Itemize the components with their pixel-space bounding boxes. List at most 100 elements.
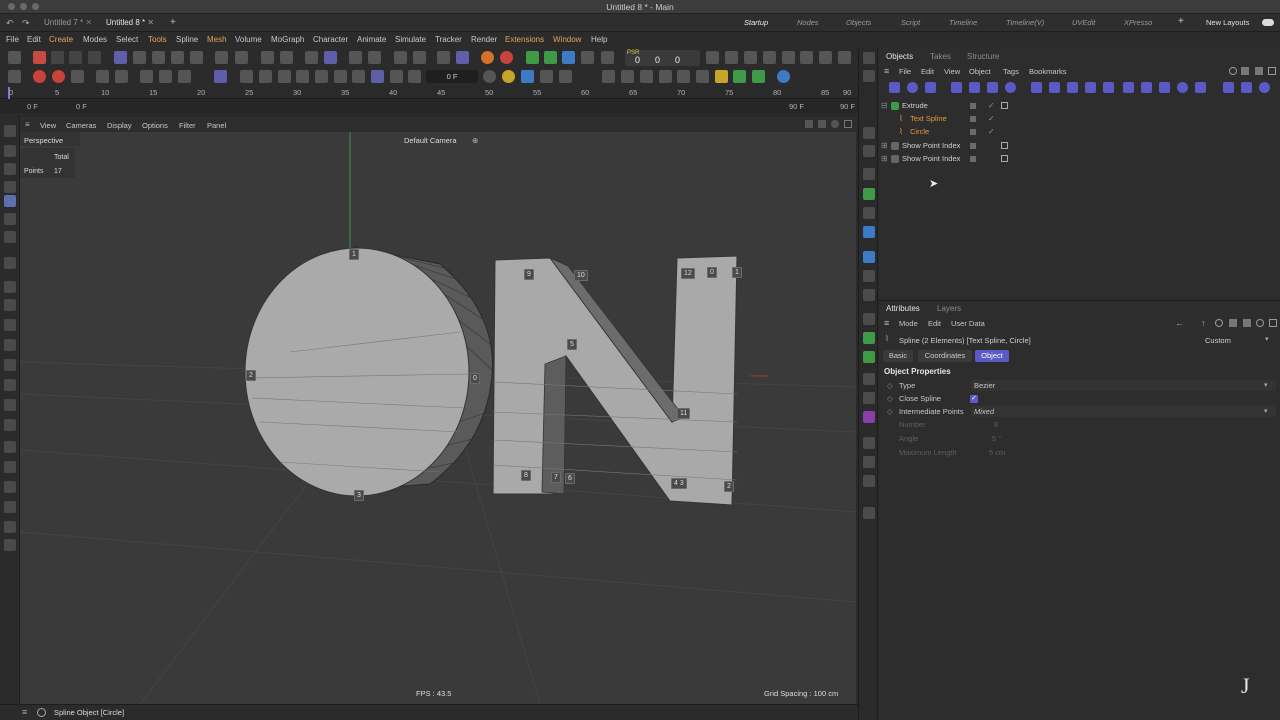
object-row-text-spline[interactable]: ⌇ Text Spline ✓ [879, 112, 1280, 125]
play-forward-icon[interactable] [601, 51, 614, 64]
intermediate-dropdown[interactable] [971, 406, 1276, 417]
search-icon[interactable] [1229, 67, 1237, 75]
position-key-icon[interactable] [96, 70, 109, 83]
preview-start-frame[interactable]: 0 F [76, 102, 87, 111]
3d-viewport[interactable]: Perspective Default Camera ⊕ Total Point… [20, 132, 856, 704]
solo-icon[interactable] [235, 51, 248, 64]
objects-menu-icon[interactable]: ≡ [884, 66, 889, 76]
pen-icon[interactable] [4, 281, 16, 293]
loft-icon[interactable] [1067, 82, 1078, 93]
objects-menu-view[interactable]: View [944, 67, 960, 76]
collapse-icon[interactable]: ⊟ [881, 99, 888, 112]
param-key-icon[interactable] [159, 70, 172, 83]
key-selection-icon[interactable] [214, 70, 227, 83]
green-cube-icon[interactable] [733, 70, 746, 83]
swirl-icon[interactable] [1259, 82, 1270, 93]
menu-tools[interactable]: Tools [148, 35, 167, 44]
move-arrow-icon[interactable] [863, 70, 875, 82]
bridge-icon[interactable] [4, 379, 16, 391]
helmet-icon[interactable] [4, 419, 16, 431]
scale-key-icon[interactable] [140, 70, 153, 83]
prev-key-icon[interactable] [259, 70, 272, 83]
subtab-basic[interactable]: Basic [883, 350, 913, 362]
close-spline-checkbox[interactable]: ✓ [970, 395, 978, 403]
layer-swatch[interactable] [970, 129, 976, 135]
object-row-show-point-index[interactable]: ⊞ Show Point Index [879, 152, 1280, 165]
instance-icon[interactable] [1195, 82, 1206, 93]
loop-icon[interactable] [371, 70, 384, 83]
pose-icon[interactable] [581, 51, 594, 64]
layout-nodes[interactable]: Nodes [797, 18, 819, 27]
render-settings-icon[interactable] [456, 51, 469, 64]
grid-tool-icon[interactable] [4, 501, 16, 513]
tab-takes[interactable]: Takes [930, 52, 951, 61]
attributes-menu-icon[interactable]: ≡ [884, 318, 889, 328]
expand-right-icon[interactable] [863, 145, 875, 157]
tag-icon[interactable] [1001, 102, 1008, 109]
close-tab-icon[interactable]: ✕ [85, 18, 92, 27]
color-grid-icon[interactable] [559, 70, 572, 83]
redo-icon[interactable]: ↷ [22, 18, 30, 29]
helix-icon[interactable] [969, 82, 980, 93]
go-to-start-icon[interactable] [240, 70, 253, 83]
sphere-obj-icon[interactable] [907, 82, 918, 93]
orbit-icon[interactable] [831, 120, 839, 128]
tab-untitled-8[interactable]: Untitled 8 * ✕ [100, 17, 160, 29]
menu-extensions[interactable]: Extensions [505, 35, 544, 44]
camera-small-icon[interactable] [863, 437, 875, 449]
triangle-icon[interactable] [1141, 82, 1152, 93]
grid-icon[interactable] [305, 51, 318, 64]
torus-icon[interactable] [502, 70, 515, 83]
tab-objects[interactable]: Objects [886, 52, 913, 61]
tab-structure[interactable]: Structure [967, 52, 999, 61]
menu-animate[interactable]: Animate [357, 35, 386, 44]
magnet-icon[interactable] [4, 257, 16, 269]
menu-edit[interactable]: Edit [27, 35, 41, 44]
brush-small-icon[interactable] [863, 507, 875, 519]
settings-icon[interactable] [782, 51, 795, 64]
filter-icon[interactable] [1229, 319, 1237, 327]
deformer-icon[interactable] [863, 373, 875, 385]
tag-icon[interactable] [1001, 155, 1008, 162]
tab-untitled-7[interactable]: Untitled 7 * ✕ [38, 17, 98, 29]
render-queue-icon[interactable] [819, 51, 832, 64]
mograph-icon[interactable] [863, 332, 875, 344]
objects-menu-bookmarks[interactable]: Bookmarks [1029, 67, 1067, 76]
uv-icon[interactable] [4, 481, 16, 493]
menu-help[interactable]: Help [591, 35, 607, 44]
render-view-icon[interactable] [437, 51, 450, 64]
add-layout-icon[interactable]: + [1178, 16, 1184, 27]
objects-menu-file[interactable]: File [899, 67, 911, 76]
bevel-icon[interactable] [4, 359, 16, 371]
end-frame[interactable]: 90 F [840, 102, 855, 111]
viewport-menu-view[interactable]: View [40, 121, 56, 130]
object-name[interactable]: Show Point Index [902, 152, 960, 165]
maximize-view-icon[interactable] [844, 120, 852, 128]
wave-icon[interactable] [1223, 82, 1234, 93]
quantize-icon[interactable] [324, 51, 337, 64]
spiral-icon[interactable] [1241, 82, 1252, 93]
connect-icon[interactable] [1159, 82, 1170, 93]
autokey-icon[interactable] [52, 70, 65, 83]
axis-mode-icon[interactable] [215, 51, 228, 64]
home-icon[interactable] [1241, 67, 1249, 75]
undo-icon[interactable]: ↶ [6, 18, 14, 29]
power-icon[interactable] [863, 52, 875, 64]
enabled-check-icon[interactable]: ✓ [988, 125, 995, 138]
snap-icon[interactable] [261, 51, 274, 64]
menu-mesh[interactable]: Mesh [207, 35, 227, 44]
shirt-icon[interactable] [1031, 82, 1042, 93]
layer-swatch[interactable] [970, 156, 976, 162]
scatter-icon[interactable] [696, 70, 709, 83]
null-icon[interactable] [889, 82, 900, 93]
layout-startup[interactable]: Startup [744, 18, 768, 27]
move-icon[interactable] [4, 195, 16, 207]
record-active-icon[interactable] [33, 70, 46, 83]
cube-add-icon[interactable] [526, 51, 539, 64]
expand-icon[interactable] [1269, 319, 1277, 327]
enabled-check-icon[interactable]: ✓ [988, 99, 995, 112]
material-icon[interactable] [863, 226, 875, 238]
rotate-icon[interactable] [4, 213, 16, 225]
y-branch-icon[interactable] [640, 70, 653, 83]
object-name[interactable]: Text Spline [910, 112, 947, 125]
